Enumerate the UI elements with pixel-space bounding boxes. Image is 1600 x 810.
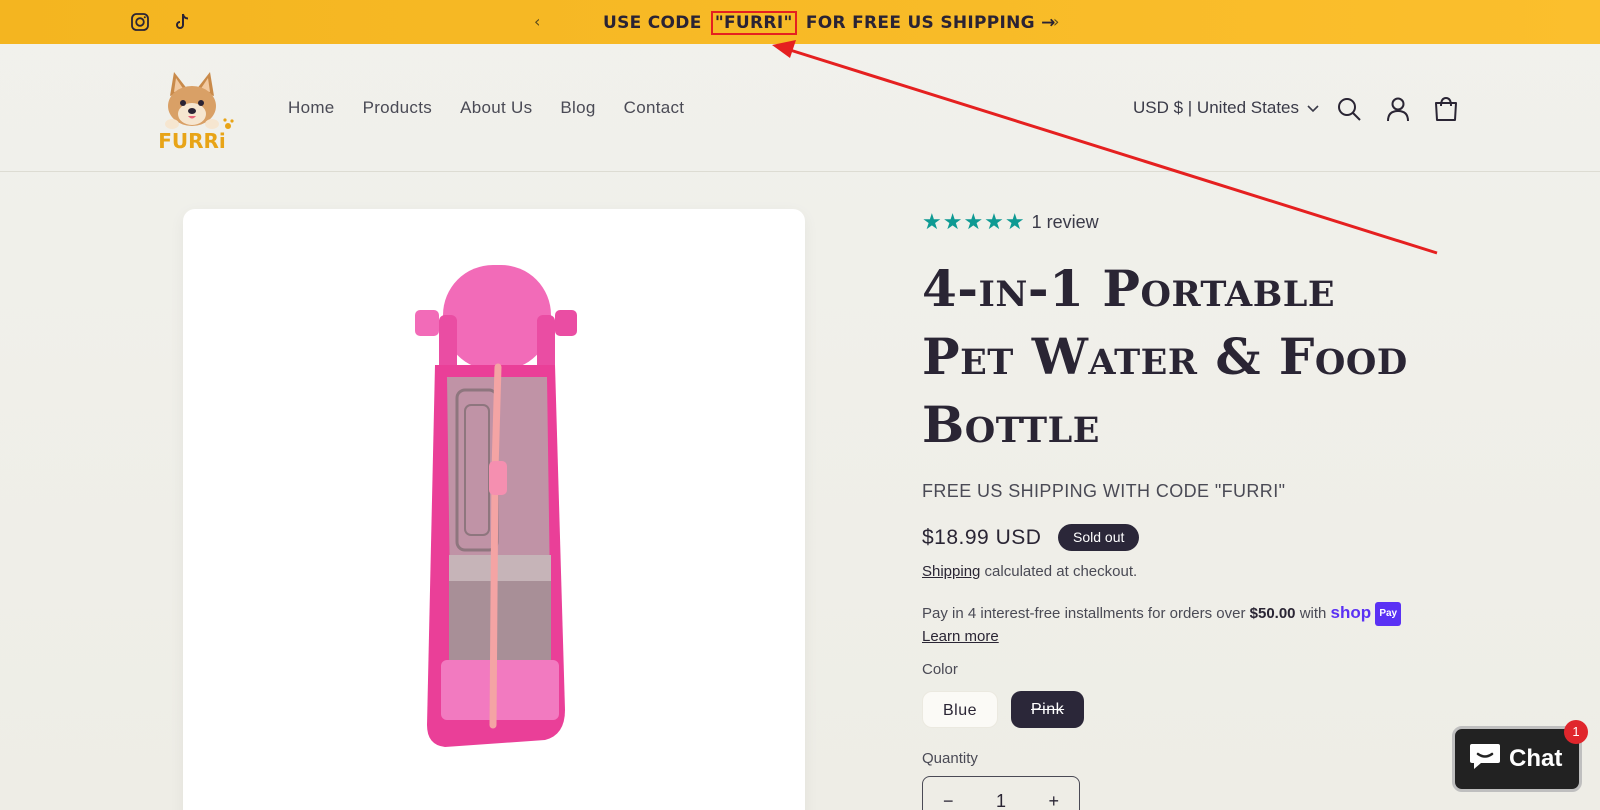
- cart-icon[interactable]: [1433, 96, 1459, 122]
- site-header: FURRi Home Products About Us Blog Contac…: [0, 44, 1600, 172]
- color-option-pink[interactable]: Pink: [1011, 691, 1085, 728]
- announcement-prefix: USE CODE: [603, 13, 702, 33]
- nav-products[interactable]: Products: [363, 98, 433, 118]
- social-links: [130, 12, 192, 32]
- product-image-card[interactable]: [183, 209, 805, 810]
- product-title: 4-in-1 Portable Pet Water & Food Bottle: [922, 259, 1408, 454]
- shipping-promo-text: FREE US SHIPPING WITH CODE "FURRI": [922, 481, 1286, 501]
- shop-pay-logo: shop: [1330, 603, 1372, 622]
- tiktok-icon[interactable]: [172, 12, 192, 32]
- installments-text: Pay in 4 interest-free installments for …: [922, 605, 1250, 622]
- currency-selector[interactable]: USD $ | United States: [1133, 98, 1319, 118]
- learn-more-link[interactable]: Learn more: [922, 628, 999, 645]
- nav-contact[interactable]: Contact: [624, 98, 685, 118]
- shipping-info: Shipping calculated at checkout.: [922, 563, 1137, 580]
- chat-notification-badge: 1: [1564, 720, 1588, 744]
- chevron-down-icon: [1307, 98, 1319, 118]
- nav-blog[interactable]: Blog: [560, 98, 595, 118]
- quantity-stepper: − 1 +: [922, 776, 1080, 810]
- quantity-label: Quantity: [922, 750, 978, 767]
- nav-home[interactable]: Home: [288, 98, 335, 118]
- quantity-input[interactable]: 1: [996, 791, 1006, 810]
- review-count: 1 review: [1031, 212, 1099, 232]
- account-icon[interactable]: [1385, 96, 1411, 122]
- installments-info: Pay in 4 interest-free installments for …: [922, 602, 1422, 648]
- product-rating[interactable]: ★★★★★ 1 review: [922, 210, 1099, 235]
- shipping-link[interactable]: Shipping: [922, 563, 980, 580]
- shop-pay-chip: Pay: [1375, 602, 1402, 627]
- currency-label: USD $ | United States: [1133, 98, 1299, 117]
- chat-button[interactable]: Chat: [1452, 726, 1582, 792]
- product-price: $18.99 USD: [922, 526, 1042, 549]
- announcement-bar: ‹ USE CODE "FURRI" FOR FREE US SHIPPING …: [0, 0, 1600, 44]
- installments-amount: $50.00: [1249, 605, 1296, 622]
- announcement-text[interactable]: USE CODE "FURRI" FOR FREE US SHIPPING →: [603, 11, 1056, 35]
- installments-with: with: [1295, 605, 1331, 622]
- color-option-blue[interactable]: Blue: [922, 691, 999, 728]
- color-label: Color: [922, 661, 958, 678]
- announcement-prev-button[interactable]: ‹: [534, 12, 540, 31]
- announcement-code: "FURRI": [710, 11, 797, 35]
- nav-about-us[interactable]: About Us: [460, 98, 532, 118]
- shipping-rest-text: calculated at checkout.: [980, 563, 1138, 580]
- announcement-suffix: FOR FREE US SHIPPING →: [805, 13, 1056, 33]
- chat-bubble-icon: [1469, 742, 1501, 777]
- search-icon[interactable]: [1336, 96, 1362, 122]
- announcement-next-button[interactable]: ›: [1053, 12, 1059, 31]
- sold-out-badge: Sold out: [1058, 524, 1140, 551]
- chat-label: Chat: [1509, 745, 1563, 772]
- quantity-increase-button[interactable]: +: [1048, 791, 1059, 810]
- svg-text:FURRi: FURRi: [158, 129, 226, 153]
- star-rating-icon: ★★★★★: [922, 210, 1026, 235]
- product-image: [405, 255, 585, 775]
- furri-logo[interactable]: FURRi: [148, 66, 236, 154]
- quantity-decrease-button[interactable]: −: [943, 791, 954, 810]
- main-nav: Home Products About Us Blog Contact: [288, 98, 684, 118]
- instagram-icon[interactable]: [130, 12, 150, 32]
